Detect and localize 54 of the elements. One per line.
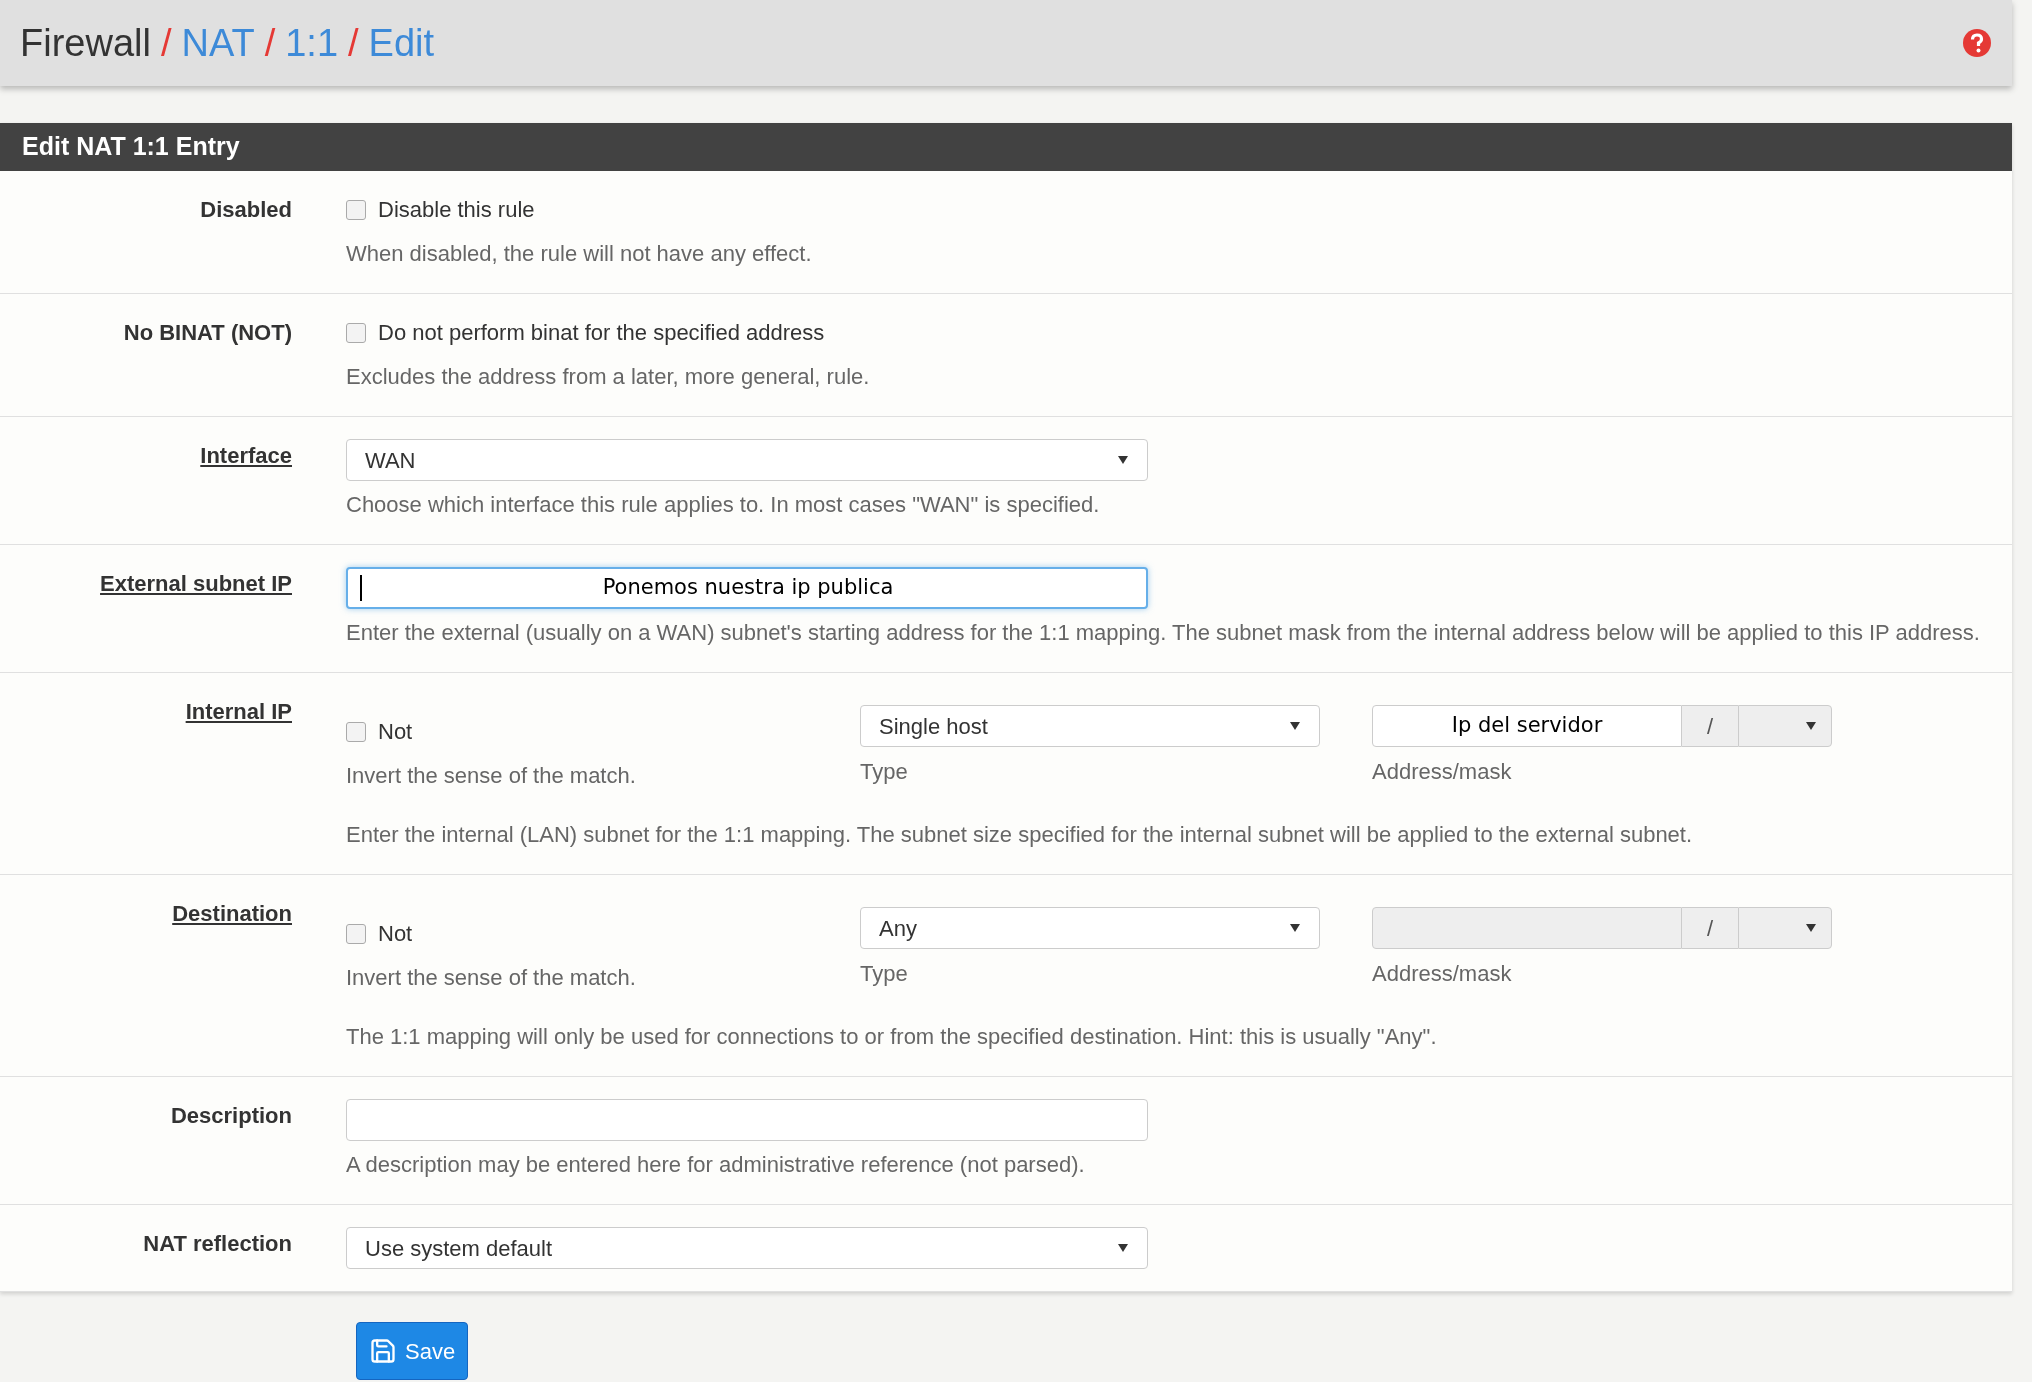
caret-icon (1289, 721, 1301, 731)
breadcrumb-separator: / (264, 20, 276, 66)
help-text: The 1:1 mapping will only be used for connections to or from the specified destination. Hint: this is usually "Any". (346, 1023, 1438, 1051)
field-caption: Type (860, 758, 909, 786)
checkbox-label: Disable this rule (378, 196, 535, 224)
field-label: No BINAT (NOT) (123, 319, 292, 347)
mask-select[interactable] (1738, 907, 1832, 949)
checkbox-label: Do not perform binat for the specified address (378, 319, 825, 347)
field-caption: Type (860, 960, 909, 988)
breadcrumb-item: Firewall (20, 20, 151, 66)
panel-header: Edit NAT 1:1 Entry (0, 123, 2012, 171)
checkbox-label: Not (378, 920, 413, 948)
help-text: Choose which interface this rule applies to. In most cases "WAN" is specified. (346, 491, 1101, 519)
field-label: NAT reflection (143, 1230, 292, 1258)
slash-text: / (1706, 712, 1714, 741)
field-label[interactable]: Internal IP (185, 695, 292, 852)
select-field[interactable]: WAN (346, 439, 1148, 481)
address-field[interactable]: Ip del servidor (1372, 705, 1682, 747)
field-label[interactable]: Interface (200, 439, 292, 522)
help-text: Enter the internal (LAN) subnet for the 1:1 mapping. The subnet size specified for the internal subnet will be applied to the external subnet. (346, 821, 1694, 849)
field-label[interactable]: External subnet IP (100, 567, 292, 650)
checkbox[interactable] (346, 923, 366, 944)
save-button[interactable]: Save (356, 1322, 469, 1380)
field-label: Description (170, 1102, 292, 1130)
help-text: A description may be entered here for administrative reference (not parsed). (346, 1151, 1086, 1179)
checkbox[interactable] (346, 199, 366, 220)
breadcrumb-separator: / (160, 20, 172, 66)
save-icon (369, 1337, 397, 1365)
text-field[interactable]: Ponemos nuestra ip publica (346, 567, 1148, 609)
field-label: Disabled (200, 196, 292, 224)
caret-icon (1117, 455, 1129, 465)
help-icon[interactable] (1962, 28, 1992, 58)
breadcrumb-separator: / (348, 20, 359, 66)
checkbox[interactable] (346, 721, 366, 742)
help-text: Enter the external (usually on a WAN) subnet's starting address for the 1:1 mapping. The subnet mask from the internal address below will be applied to this IP address. (346, 619, 1981, 647)
mask-select[interactable] (1738, 705, 1832, 747)
caret-icon (1289, 923, 1301, 933)
select-field[interactable]: Any (860, 907, 1320, 949)
slash-text: / (1706, 914, 1714, 943)
caret-icon (1117, 1243, 1129, 1253)
caret-icon (1805, 923, 1817, 933)
select-field[interactable]: Use system default (346, 1227, 1148, 1269)
field-caption: Address/mask (1372, 758, 1513, 786)
field-label[interactable]: Destination (172, 897, 292, 1054)
help-text: When disabled, the rule will not have any effect. (346, 240, 813, 268)
help-text: Invert the sense of the match. (346, 762, 637, 790)
field-caption: Address/mask (1372, 960, 1513, 988)
checkbox-label: Not (378, 718, 413, 746)
text-field[interactable] (346, 1099, 1148, 1141)
checkbox[interactable] (346, 322, 366, 343)
help-text: Excludes the address from a later, more general, rule. (346, 363, 871, 391)
help-text: Invert the sense of the match. (346, 964, 637, 992)
caret-icon (1805, 721, 1817, 731)
select-field[interactable]: Single host (860, 705, 1320, 747)
